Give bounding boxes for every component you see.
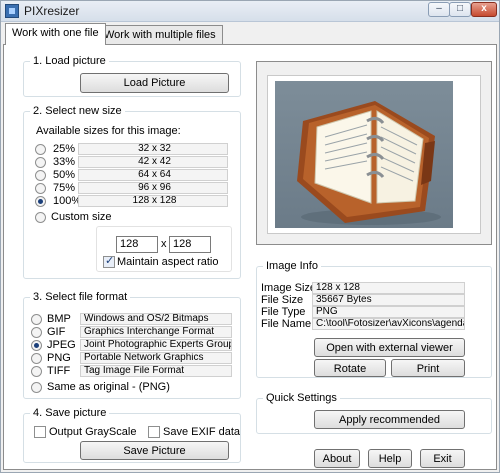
about-button[interactable]: About (314, 449, 360, 468)
app-icon (5, 4, 19, 18)
format-png-label: PNG (47, 352, 71, 364)
print-button[interactable]: Print (391, 359, 465, 377)
close-button[interactable]: x (471, 2, 497, 17)
app-window: PIXresizer – □ x Work with one file Work… (0, 0, 500, 473)
quick-settings-title: Quick Settings (263, 392, 340, 404)
size-33-dims: 42 x 42 (78, 156, 228, 168)
info-file-name-value: C:\tool\Fotosizer\avXicons\agenda. (312, 318, 465, 330)
title-bar[interactable]: PIXresizer – □ x (1, 1, 499, 22)
custom-width-input[interactable]: 128 (116, 236, 158, 253)
preview-picture (275, 81, 453, 228)
minimize-button[interactable]: – (428, 2, 450, 17)
format-jpeg-radio[interactable] (31, 340, 42, 351)
size-100-radio[interactable] (35, 196, 46, 207)
help-button[interactable]: Help (368, 449, 412, 468)
format-bmp-label: BMP (47, 313, 71, 325)
open-external-viewer-button[interactable]: Open with external viewer (314, 338, 465, 357)
exit-button[interactable]: Exit (420, 449, 465, 468)
size-25-dims: 32 x 32 (78, 143, 228, 155)
maintain-aspect-label: Maintain aspect ratio (117, 256, 219, 268)
format-same-radio[interactable] (31, 382, 42, 393)
format-png-radio[interactable] (31, 353, 42, 364)
output-grayscale-label: Output GrayScale (49, 426, 137, 438)
format-bmp-desc: Windows and OS/2 Bitmaps (80, 313, 232, 325)
info-file-size-value: 35667 Bytes (312, 294, 465, 306)
info-file-type-label: File Type (261, 306, 306, 318)
load-picture-title: 1. Load picture (30, 55, 109, 67)
save-exif-checkbox[interactable] (148, 426, 160, 438)
available-sizes-label: Available sizes for this image: (36, 125, 181, 137)
rotate-button[interactable]: Rotate (314, 359, 386, 377)
size-100-label: 100% (53, 195, 82, 207)
image-info-title: Image Info (263, 260, 321, 272)
tab-one-file[interactable]: Work with one file (5, 23, 106, 45)
format-jpeg-label: JPEG (47, 339, 76, 351)
load-picture-button[interactable]: Load Picture (80, 73, 229, 93)
format-bmp-radio[interactable] (31, 314, 42, 325)
window-title: PIXresizer (24, 4, 80, 18)
size-75-radio[interactable] (35, 183, 46, 194)
format-jpeg-desc: Joint Photographic Experts Group (80, 339, 232, 351)
custom-size-label: Custom size (51, 211, 112, 223)
format-tiff-desc: Tag Image File Format (80, 365, 232, 377)
custom-size-radio[interactable] (35, 212, 46, 223)
apply-recommended-button[interactable]: Apply recommended (314, 410, 465, 429)
file-format-title: 3. Select file format (30, 291, 131, 303)
format-png-desc: Portable Network Graphics (80, 352, 232, 364)
save-picture-button[interactable]: Save Picture (80, 441, 229, 460)
agenda-planner-icon (297, 101, 441, 225)
select-size-title: 2. Select new size (30, 105, 125, 117)
maximize-button[interactable]: □ (449, 2, 471, 17)
size-50-radio[interactable] (35, 170, 46, 181)
format-gif-desc: Graphics Interchange Format (80, 326, 232, 338)
info-file-name-label: File Name (261, 318, 312, 330)
info-image-size-value: 128 x 128 (312, 282, 465, 294)
output-grayscale-checkbox[interactable] (34, 426, 46, 438)
save-exif-label: Save EXIF data (163, 426, 241, 438)
image-preview (256, 61, 492, 245)
size-33-radio[interactable] (35, 157, 46, 168)
format-tiff-label: TIFF (47, 365, 71, 377)
format-same-label: Same as original - (PNG) (47, 381, 170, 393)
preview-canvas (267, 75, 481, 234)
size-50-label: 50% (53, 169, 76, 181)
save-picture-title: 4. Save picture (30, 407, 110, 419)
size-100-dims: 128 x 128 (78, 195, 228, 207)
size-75-label: 75% (53, 182, 76, 194)
tab-multiple-files[interactable]: Work with multiple files (97, 25, 223, 44)
size-25-label: 25% (53, 143, 76, 155)
size-25-radio[interactable] (35, 144, 46, 155)
maintain-aspect-checkbox[interactable] (103, 254, 115, 268)
info-file-size-label: File Size (261, 294, 304, 306)
info-file-type-value: PNG (312, 306, 465, 318)
format-gif-label: GIF (47, 326, 66, 338)
times-label: x (161, 238, 167, 250)
custom-height-input[interactable]: 128 (169, 236, 211, 253)
size-33-label: 33% (53, 156, 76, 168)
format-tiff-radio[interactable] (31, 366, 42, 377)
info-image-size-label: Image Size (261, 282, 317, 294)
size-75-dims: 96 x 96 (78, 182, 228, 194)
format-gif-radio[interactable] (31, 327, 42, 338)
size-50-dims: 64 x 64 (78, 169, 228, 181)
